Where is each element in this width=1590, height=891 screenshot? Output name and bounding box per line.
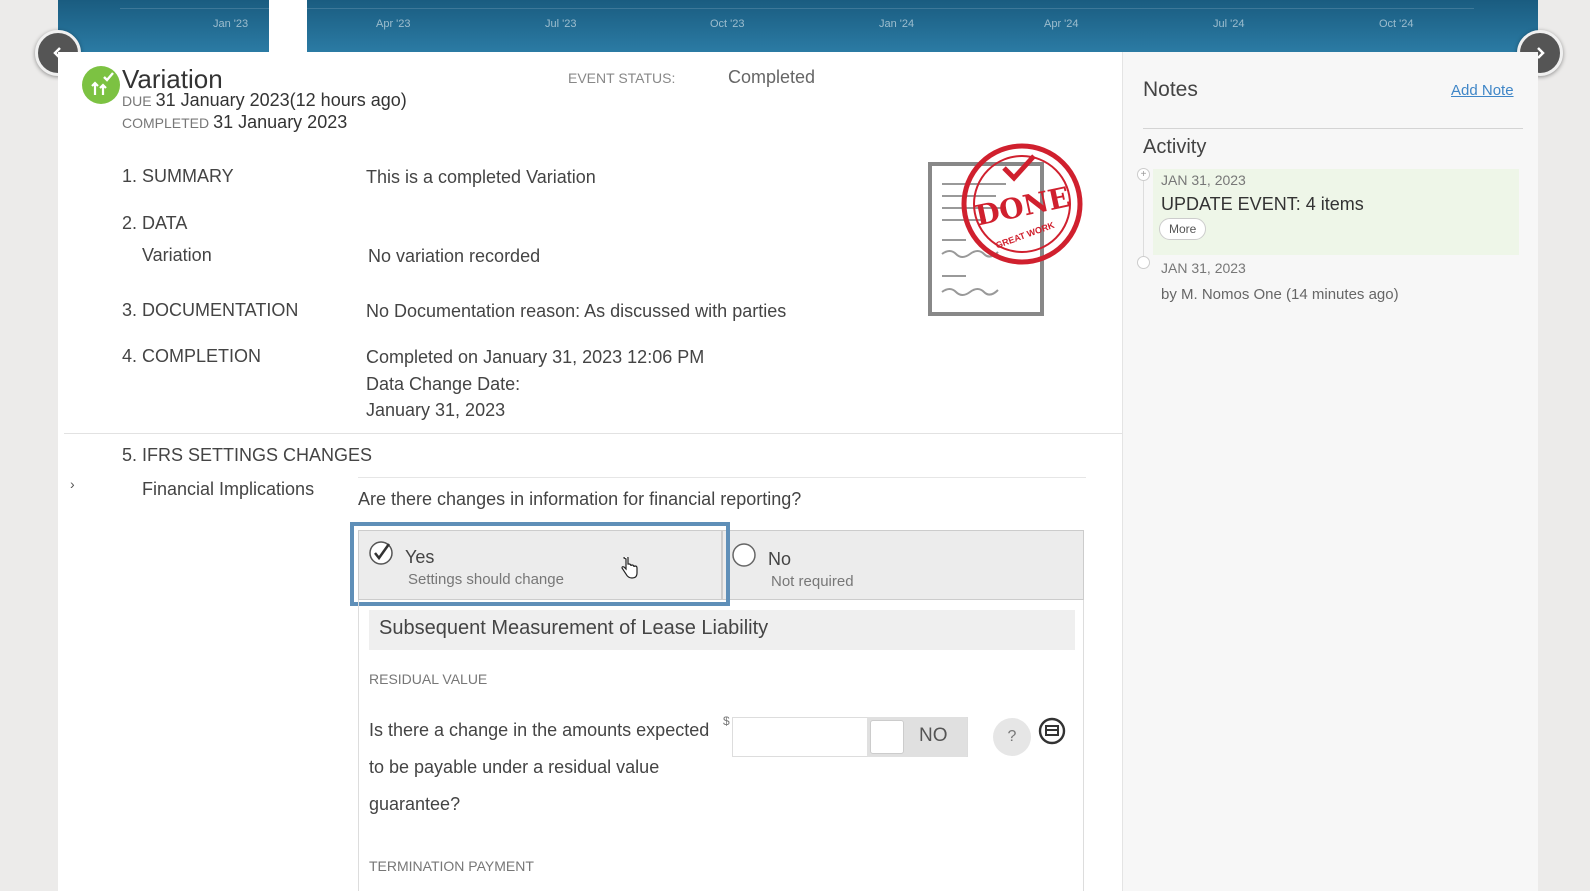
lease-liability-heading: Subsequent Measurement of Lease Liabilit… xyxy=(369,610,1075,650)
data-label: 2. DATA xyxy=(122,213,188,233)
notes-divider xyxy=(1143,128,1523,129)
due-value: 31 January 2023(12 hours ago) xyxy=(155,90,407,110)
activity-title: Activity xyxy=(1143,136,1207,158)
timeline-bar[interactable]: Jan '23 Apr '23 Jul '23 Oct '23 Jan '24 … xyxy=(58,0,1538,52)
residual-change-toggle[interactable]: NO xyxy=(867,717,967,757)
activity-line xyxy=(1143,174,1144,266)
completed-value: 31 January 2023 xyxy=(213,112,348,132)
section-divider xyxy=(64,433,1122,434)
currency-symbol: $ xyxy=(723,714,730,728)
timeline-tick: Jul '24 xyxy=(1213,18,1245,30)
hand-cursor-icon xyxy=(621,557,638,579)
completed-label: COMPLETED xyxy=(122,115,210,131)
add-note-link[interactable]: Add Note xyxy=(1451,82,1514,99)
notes-sidebar: Notes Add Note Activity + JAN 31, 2023 U… xyxy=(1122,52,1538,891)
activity-date: JAN 31, 2023 xyxy=(1161,260,1246,276)
option-no-subtitle: Not required xyxy=(771,573,854,590)
event-panel: Variation DUE 31 January 2023(12 hours ag… xyxy=(58,52,1538,891)
variation-label: Variation xyxy=(142,245,212,265)
completion-label: 4. COMPLETION xyxy=(122,346,262,366)
timeline-gridline xyxy=(120,8,1474,9)
data-change-date: January 31, 2023 xyxy=(366,400,506,420)
residual-value-question: Is there a change in the amounts expecte… xyxy=(369,720,710,814)
documentation-value: No Documentation reason: As discussed wi… xyxy=(366,301,787,321)
timeline-tick: Apr '23 xyxy=(376,18,411,30)
completed-line: COMPLETED 31 January 2023 xyxy=(122,112,347,133)
timeline-tick: Oct '23 xyxy=(710,18,745,30)
selected-option-outline xyxy=(350,522,730,606)
activity-author: by M. Nomos One (14 minutes ago) xyxy=(1161,286,1399,303)
question-icon[interactable]: ? xyxy=(993,718,1031,756)
timeline-tick: Jul '23 xyxy=(545,18,577,30)
timeline-tick: Oct '24 xyxy=(1379,18,1414,30)
expand-icon[interactable]: + xyxy=(1137,168,1150,181)
done-stamp-icon: DONE GREAT WORK xyxy=(928,143,1083,316)
lease-event-icon xyxy=(82,66,120,104)
due-line: DUE 31 January 2023(12 hours ago) xyxy=(122,90,407,111)
event-detail: Variation DUE 31 January 2023(12 hours ag… xyxy=(58,52,1122,891)
ifrs-settings-label: 5. IFRS SETTINGS CHANGES xyxy=(122,445,373,465)
completion-date: Completed on January 31, 2023 12:06 PM xyxy=(366,347,705,367)
data-change-label: Data Change Date: xyxy=(366,374,521,394)
toggle-knob[interactable] xyxy=(870,720,904,754)
option-no[interactable]: No Not required xyxy=(722,530,1084,600)
notes-title: Notes xyxy=(1143,78,1198,101)
radio-icon xyxy=(732,543,756,567)
documentation-label: 3. DOCUMENTATION xyxy=(122,300,299,320)
timeline-tick: Jan '24 xyxy=(879,18,915,30)
checkmark-icon xyxy=(91,72,114,95)
more-button[interactable]: More xyxy=(1159,218,1207,240)
toggle-label: NO xyxy=(919,725,948,746)
event-status-value: Completed xyxy=(728,67,816,87)
timeline-tick: Apr '24 xyxy=(1044,18,1079,30)
event-status-label: EVENT STATUS: xyxy=(568,70,676,86)
lease-liability-block: Subsequent Measurement of Lease Liabilit… xyxy=(358,600,1084,891)
timeline-dot-icon xyxy=(1137,256,1150,269)
financial-reporting-question: Are there changes in information for fin… xyxy=(358,489,802,509)
residual-value-caption: RESIDUAL VALUE xyxy=(369,671,488,687)
activity-text: UPDATE EVENT: 4 items xyxy=(1161,194,1364,214)
question-rule xyxy=(358,477,1086,478)
activity-date: JAN 31, 2023 xyxy=(1161,172,1246,188)
summary-label: 1. SUMMARY xyxy=(122,166,234,186)
option-no-title: No xyxy=(768,549,792,569)
timeline-viewport-gap xyxy=(269,0,307,52)
summary-value: This is a completed Variation xyxy=(366,167,596,187)
timeline-tick: Jan '23 xyxy=(213,18,249,30)
variation-value: No variation recorded xyxy=(368,246,541,266)
financial-implications-label[interactable]: Financial Implications xyxy=(142,479,314,500)
termination-payment-caption: TERMINATION PAYMENT xyxy=(369,858,534,874)
comment-icon[interactable] xyxy=(1037,716,1067,746)
due-label: DUE xyxy=(122,93,152,109)
chevron-right-icon[interactable]: › xyxy=(70,476,75,492)
